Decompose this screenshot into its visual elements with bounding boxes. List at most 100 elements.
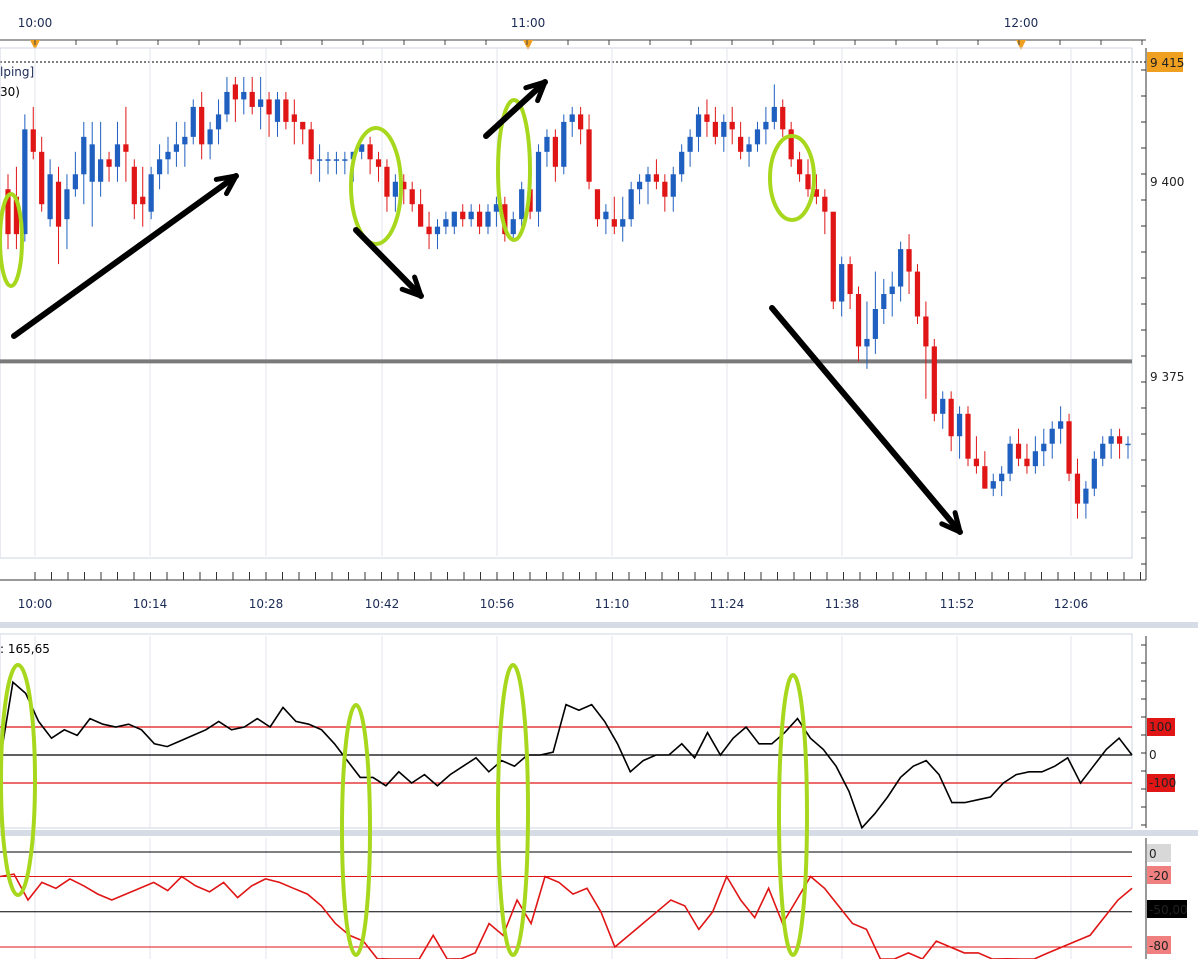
candle-body bbox=[232, 84, 238, 100]
candle-body bbox=[796, 159, 803, 175]
candle-body bbox=[712, 121, 718, 137]
candle-body bbox=[241, 91, 247, 100]
candle-body bbox=[316, 159, 323, 161]
candle-body bbox=[291, 114, 297, 122]
candle-body bbox=[283, 99, 289, 122]
candle-body bbox=[653, 174, 660, 182]
candle-body bbox=[645, 174, 651, 182]
candle-body bbox=[881, 294, 887, 309]
candle-body bbox=[55, 181, 62, 227]
candle-body bbox=[965, 413, 971, 459]
candle-body bbox=[190, 106, 196, 137]
candle-body bbox=[535, 151, 542, 212]
candle-body bbox=[434, 226, 441, 235]
candle-body bbox=[485, 211, 491, 227]
candle-body bbox=[325, 159, 331, 161]
candle-body bbox=[308, 129, 314, 160]
candle-body bbox=[300, 121, 306, 130]
candle-body bbox=[1049, 428, 1055, 444]
candle-body bbox=[569, 114, 575, 122]
candle-body bbox=[199, 106, 205, 145]
candle-body bbox=[906, 249, 912, 272]
candle-body bbox=[948, 398, 954, 437]
top-time-label: 10:00 bbox=[18, 16, 53, 30]
candle-body bbox=[89, 144, 95, 182]
candle-body bbox=[182, 136, 188, 145]
candle-body bbox=[106, 159, 112, 167]
candle-body bbox=[999, 473, 1005, 482]
candle-body bbox=[39, 151, 45, 205]
last-price-label: 9 415 bbox=[1150, 56, 1184, 70]
candle-body bbox=[98, 159, 104, 182]
wr-tick-label: -50,00 bbox=[1149, 903, 1188, 917]
candle-body bbox=[704, 114, 710, 122]
candle-body bbox=[1100, 443, 1106, 459]
candle-body bbox=[140, 196, 146, 205]
time-tick-label: 12:06 bbox=[1054, 597, 1089, 611]
candle-body bbox=[561, 121, 567, 167]
time-tick-label: 10:28 bbox=[249, 597, 284, 611]
candle-body bbox=[729, 121, 735, 130]
candle-body bbox=[738, 136, 744, 152]
price-tick-label: 9 375 bbox=[1150, 370, 1184, 384]
candle-body bbox=[956, 413, 963, 437]
candle-body bbox=[1116, 436, 1123, 444]
candle-body bbox=[1125, 443, 1131, 446]
candle-body bbox=[855, 294, 862, 347]
candle-body bbox=[148, 174, 154, 212]
candle-body bbox=[22, 129, 28, 235]
candle-body bbox=[460, 211, 466, 220]
candle-body bbox=[64, 189, 70, 220]
panel-separator bbox=[0, 622, 1198, 628]
candle-body bbox=[375, 159, 382, 167]
candle-body bbox=[754, 129, 761, 145]
candle-body bbox=[266, 99, 272, 115]
candle-body bbox=[165, 151, 171, 160]
price-tick-label: 9 400 bbox=[1150, 175, 1184, 189]
candle-body bbox=[990, 481, 996, 489]
candle-body bbox=[114, 144, 121, 167]
candle-body bbox=[30, 129, 36, 152]
cci-tick-label: -100 bbox=[1149, 776, 1176, 790]
trading-chart: 10:00 11:00 12:00 lping] 30) 9 400 9 375 9 415 1… bbox=[0, 0, 1198, 959]
candle-body bbox=[898, 249, 904, 287]
candle-body bbox=[443, 219, 449, 227]
candle-body bbox=[72, 174, 78, 190]
candle-body bbox=[333, 159, 340, 161]
candle-body bbox=[679, 151, 685, 175]
candle-body bbox=[847, 264, 853, 295]
candle-body bbox=[123, 144, 129, 152]
candle-body bbox=[384, 166, 390, 197]
candle-body bbox=[47, 174, 53, 220]
candle-body bbox=[578, 114, 584, 130]
candle-body bbox=[771, 106, 777, 122]
legend-indicator-param: 30) bbox=[0, 85, 20, 99]
candle-body bbox=[544, 136, 550, 152]
candle-body bbox=[552, 136, 558, 167]
candle-body bbox=[367, 144, 373, 160]
time-tick-label: 11:52 bbox=[940, 597, 975, 611]
candle-body bbox=[342, 159, 348, 161]
candle-body bbox=[864, 338, 870, 347]
candle-body bbox=[830, 211, 836, 302]
cci-tick-label: 100 bbox=[1149, 720, 1172, 734]
time-tick-label: 10:14 bbox=[133, 597, 168, 611]
candle-body bbox=[207, 129, 213, 145]
candle-body bbox=[510, 219, 516, 235]
candle-body bbox=[687, 136, 693, 152]
panel-separator bbox=[0, 830, 1198, 836]
candle-body bbox=[636, 181, 643, 190]
candle-body bbox=[1058, 421, 1064, 429]
candle-body bbox=[258, 99, 264, 107]
candle-body bbox=[889, 286, 895, 295]
candle-body bbox=[81, 136, 87, 175]
candle-body bbox=[274, 99, 281, 122]
candle-body bbox=[973, 458, 980, 467]
top-time-label: 12:00 bbox=[1004, 16, 1039, 30]
time-tick-label: 10:00 bbox=[18, 597, 53, 611]
candle-body bbox=[872, 309, 878, 339]
candle-body bbox=[594, 189, 601, 220]
candle-body bbox=[476, 211, 483, 227]
candle-body bbox=[426, 226, 432, 235]
candle-body bbox=[586, 129, 592, 182]
